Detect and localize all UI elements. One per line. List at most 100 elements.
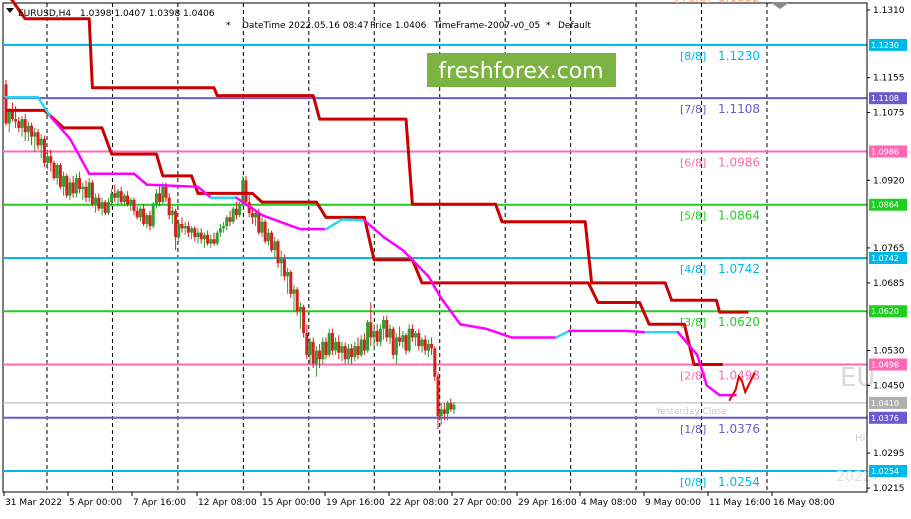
candle-body [193, 228, 197, 238]
candle-body [151, 204, 155, 227]
candle-body [324, 341, 328, 355]
candle-body [398, 337, 402, 342]
time-tick-label: 27 Apr 00:00 [453, 498, 512, 508]
candle-body [225, 217, 229, 227]
candle-body [385, 319, 389, 338]
price-tick-label: 1.0215 [873, 484, 905, 494]
candle-body [276, 241, 280, 264]
candle-body [362, 339, 366, 351]
time-tick-label: 16 May 08:00 [773, 498, 835, 508]
candle-body [410, 328, 414, 338]
candle-body [321, 341, 325, 360]
candle-body [20, 119, 24, 128]
candle-body [199, 232, 203, 240]
price-tick-label: 1.1310 [873, 6, 905, 16]
time-tick-label: 11 May 16:00 [709, 498, 771, 508]
murrey-level-value: 1.0864 [718, 209, 760, 223]
candle-body [212, 239, 216, 244]
candle-body [110, 193, 114, 203]
candle-body [442, 409, 446, 414]
murrey-level-name: [5/8] [680, 210, 706, 223]
candle-body [174, 210, 178, 238]
candle-body [334, 341, 338, 351]
candle-body [254, 213, 258, 218]
candle-body [302, 306, 306, 334]
price-badge-text: 1.0986 [871, 147, 899, 156]
candle-body [250, 213, 254, 218]
candle-body [292, 289, 296, 294]
datetime-text: * [226, 21, 231, 31]
candle-body [106, 202, 110, 214]
candle-body [94, 197, 98, 205]
candle-body [55, 164, 59, 179]
candle-body [238, 204, 242, 216]
candle-body [97, 197, 101, 209]
candle-body [36, 132, 40, 146]
candle-body [39, 138, 43, 146]
candle-body [350, 348, 354, 358]
candle-body [327, 333, 331, 355]
candle-body [298, 306, 302, 312]
candle-body [420, 339, 424, 347]
price-badge-text: 1.0498 [871, 361, 899, 370]
candle-body [177, 223, 181, 238]
candle-body [289, 271, 293, 294]
time-tick-label: 15 Apr 00:00 [262, 498, 321, 508]
candle-body [430, 343, 434, 349]
candle-body [158, 193, 162, 203]
price-tick-label: 1.0295 [873, 449, 905, 459]
candle-body [282, 258, 286, 277]
candle-body [423, 339, 427, 351]
time-tick-label: 5 Apr 00:00 [69, 498, 122, 508]
candle-body [244, 180, 248, 203]
candle-body [346, 348, 350, 360]
time-tick-label: 19 Apr 16:00 [326, 498, 385, 508]
candle-body [87, 182, 91, 198]
symbol-label: EURUSD,H4 [18, 9, 71, 19]
candle-body [196, 232, 200, 238]
candle-body [353, 346, 357, 358]
candle-body [84, 186, 88, 198]
candle-body [359, 339, 363, 355]
price-tick-label: 1.1075 [873, 109, 905, 119]
chart-canvas[interactable]: [8/8] 1.1230 [7/8] 1.1108 [6/8] 1.0986 [5/8] 1.… [0, 0, 911, 515]
candle-body [314, 350, 318, 364]
candle-body [58, 164, 62, 187]
candle-body [391, 328, 395, 355]
asterisk-sep: * [546, 21, 551, 31]
candle-body [116, 191, 120, 198]
price-badge-text: 1.0254 [871, 467, 899, 476]
murrey-level-value: 1.1352 [718, 0, 760, 5]
candle-body [273, 241, 277, 251]
candle-body [407, 328, 411, 351]
candle-body [375, 330, 379, 342]
candle-body [170, 210, 174, 216]
candle-body [180, 223, 184, 229]
candle-body [436, 376, 440, 417]
murrey-level-value: 1.0742 [718, 262, 760, 276]
candle-body [209, 239, 213, 244]
murrey-level-name: [8/8] [680, 50, 706, 63]
candle-body [343, 346, 347, 360]
price-chart[interactable]: [8/8] 1.1230 [7/8] 1.1108 [6/8] 1.0986 [5/8] 1.… [0, 0, 911, 515]
candle-body [132, 199, 136, 211]
candle-body [369, 322, 373, 338]
timeframe-readout: TimeFrame-2007-v0_05 [433, 21, 540, 31]
candle-body [190, 228, 194, 233]
time-tick-label: 22 Apr 08:00 [390, 498, 449, 508]
time-tick-label: 9 May 00:00 [645, 498, 701, 508]
candle-body [382, 319, 386, 329]
price-tick-label: 1.1155 [873, 74, 905, 84]
candle-body [206, 234, 210, 244]
candle-body [138, 208, 142, 218]
murrey-level-value: 1.0986 [718, 155, 760, 169]
brand-watermark: freshforex.com [427, 53, 616, 87]
candle-body [100, 202, 104, 209]
price-badge-text: 1.0376 [871, 414, 899, 423]
candle-body [279, 258, 283, 264]
candle-body [71, 182, 75, 194]
candle-body [372, 330, 376, 338]
candle-body [129, 199, 133, 205]
candle-body [433, 348, 437, 377]
candle-body [26, 125, 30, 133]
